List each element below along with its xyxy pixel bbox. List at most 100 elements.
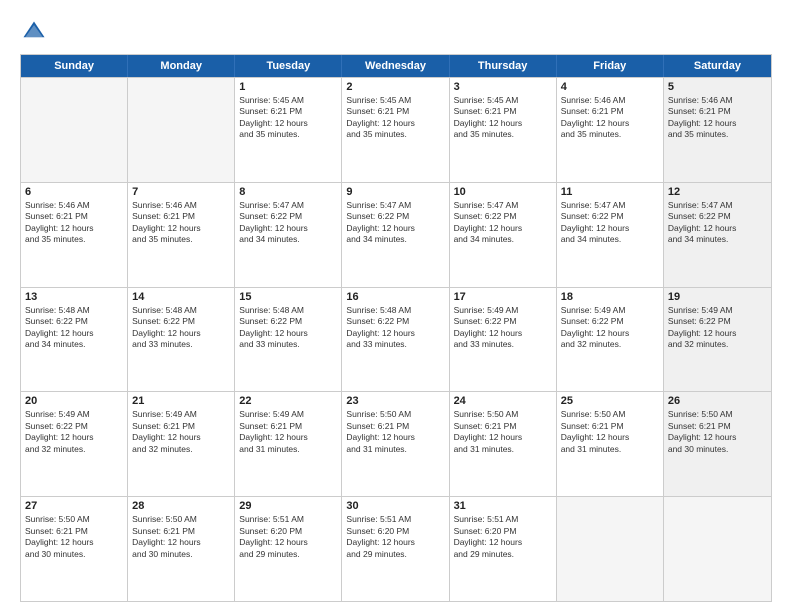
calendar-cell: 20 Sunrise: 5:49 AM Sunset: 6:22 PM Dayli… [21, 392, 128, 496]
day-number: 4 [561, 81, 659, 93]
weekday-header: Sunday [21, 55, 128, 77]
day-number: 18 [561, 291, 659, 303]
cell-text: Sunrise: 5:45 AM Sunset: 6:21 PM Dayligh… [346, 95, 444, 141]
day-number: 8 [239, 186, 337, 198]
calendar-cell: 31 Sunrise: 5:51 AM Sunset: 6:20 PM Dayli… [450, 497, 557, 601]
day-number: 19 [668, 291, 767, 303]
weekday-header: Tuesday [235, 55, 342, 77]
cell-text: Sunrise: 5:48 AM Sunset: 6:22 PM Dayligh… [25, 305, 123, 351]
cell-text: Sunrise: 5:50 AM Sunset: 6:21 PM Dayligh… [346, 409, 444, 455]
weekday-header: Monday [128, 55, 235, 77]
calendar-cell: 6 Sunrise: 5:46 AM Sunset: 6:21 PM Daylig… [21, 183, 128, 287]
day-number: 9 [346, 186, 444, 198]
calendar-cell: 24Sunrise: 5:50 AM Sunset: 6:21 PM Dayli… [450, 392, 557, 496]
day-number: 23 [346, 395, 444, 407]
cell-text: Sunrise: 5:47 AM Sunset: 6:22 PM Dayligh… [454, 200, 552, 246]
calendar-row: 13Sunrise: 5:48 AM Sunset: 6:22 PM Dayli… [21, 287, 771, 392]
day-number: 16 [346, 291, 444, 303]
page: SundayMondayTuesdayWednesdayThursdayFrid… [0, 0, 792, 612]
calendar-cell: 9 Sunrise: 5:47 AM Sunset: 6:22 PM Daylig… [342, 183, 449, 287]
calendar-row: 20 Sunrise: 5:49 AM Sunset: 6:22 PM Dayli… [21, 391, 771, 496]
calendar-cell: 14Sunrise: 5:48 AM Sunset: 6:22 PM Dayli… [128, 288, 235, 392]
day-number: 25 [561, 395, 659, 407]
weekday-header: Saturday [664, 55, 771, 77]
cell-text: Sunrise: 5:51 AM Sunset: 6:20 PM Dayligh… [454, 514, 552, 560]
day-number: 12 [668, 186, 767, 198]
calendar-row: 27 Sunrise: 5:50 AM Sunset: 6:21 PM Dayli… [21, 496, 771, 601]
logo-icon [20, 18, 48, 46]
day-number: 29 [239, 500, 337, 512]
day-number: 1 [239, 81, 337, 93]
calendar-header: SundayMondayTuesdayWednesdayThursdayFrid… [21, 55, 771, 77]
cell-text: Sunrise: 5:50 AM Sunset: 6:21 PM Dayligh… [668, 409, 767, 455]
calendar-row: 1 Sunrise: 5:45 AM Sunset: 6:21 PM Daylig… [21, 77, 771, 182]
day-number: 26 [668, 395, 767, 407]
calendar-cell: 18 Sunrise: 5:49 AM Sunset: 6:22 PM Dayli… [557, 288, 664, 392]
logo [20, 18, 52, 46]
day-number: 6 [25, 186, 123, 198]
day-number: 28 [132, 500, 230, 512]
calendar-cell [21, 78, 128, 182]
day-number: 27 [25, 500, 123, 512]
calendar-cell: 10 Sunrise: 5:47 AM Sunset: 6:22 PM Dayli… [450, 183, 557, 287]
cell-text: Sunrise: 5:49 AM Sunset: 6:22 PM Dayligh… [25, 409, 123, 455]
day-number: 7 [132, 186, 230, 198]
calendar-cell: 30 Sunrise: 5:51 AM Sunset: 6:20 PM Dayli… [342, 497, 449, 601]
cell-text: Sunrise: 5:45 AM Sunset: 6:21 PM Dayligh… [239, 95, 337, 141]
header [20, 18, 772, 46]
calendar-cell: 11 Sunrise: 5:47 AM Sunset: 6:22 PM Dayli… [557, 183, 664, 287]
calendar: SundayMondayTuesdayWednesdayThursdayFrid… [20, 54, 772, 602]
day-number: 11 [561, 186, 659, 198]
weekday-header: Friday [557, 55, 664, 77]
calendar-cell: 16 Sunrise: 5:48 AM Sunset: 6:22 PM Dayli… [342, 288, 449, 392]
calendar-cell: 8 Sunrise: 5:47 AM Sunset: 6:22 PM Daylig… [235, 183, 342, 287]
calendar-cell: 5 Sunrise: 5:46 AM Sunset: 6:21 PM Daylig… [664, 78, 771, 182]
weekday-header: Wednesday [342, 55, 449, 77]
weekday-header: Thursday [450, 55, 557, 77]
calendar-cell: 3Sunrise: 5:45 AM Sunset: 6:21 PM Daylig… [450, 78, 557, 182]
day-number: 10 [454, 186, 552, 198]
cell-text: Sunrise: 5:47 AM Sunset: 6:22 PM Dayligh… [668, 200, 767, 246]
calendar-cell: 2Sunrise: 5:45 AM Sunset: 6:21 PM Daylig… [342, 78, 449, 182]
calendar-cell: 1 Sunrise: 5:45 AM Sunset: 6:21 PM Daylig… [235, 78, 342, 182]
calendar-cell: 26 Sunrise: 5:50 AM Sunset: 6:21 PM Dayli… [664, 392, 771, 496]
cell-text: Sunrise: 5:51 AM Sunset: 6:20 PM Dayligh… [346, 514, 444, 560]
cell-text: Sunrise: 5:51 AM Sunset: 6:20 PM Dayligh… [239, 514, 337, 560]
calendar-cell: 21 Sunrise: 5:49 AM Sunset: 6:21 PM Dayli… [128, 392, 235, 496]
day-number: 21 [132, 395, 230, 407]
day-number: 22 [239, 395, 337, 407]
cell-text: Sunrise: 5:47 AM Sunset: 6:22 PM Dayligh… [346, 200, 444, 246]
day-number: 31 [454, 500, 552, 512]
calendar-cell: 29 Sunrise: 5:51 AM Sunset: 6:20 PM Dayli… [235, 497, 342, 601]
calendar-cell: 13Sunrise: 5:48 AM Sunset: 6:22 PM Dayli… [21, 288, 128, 392]
cell-text: Sunrise: 5:49 AM Sunset: 6:22 PM Dayligh… [668, 305, 767, 351]
calendar-row: 6 Sunrise: 5:46 AM Sunset: 6:21 PM Daylig… [21, 182, 771, 287]
day-number: 30 [346, 500, 444, 512]
calendar-cell: 7Sunrise: 5:46 AM Sunset: 6:21 PM Daylig… [128, 183, 235, 287]
calendar-cell: 27 Sunrise: 5:50 AM Sunset: 6:21 PM Dayli… [21, 497, 128, 601]
calendar-cell: 28 Sunrise: 5:50 AM Sunset: 6:21 PM Dayli… [128, 497, 235, 601]
cell-text: Sunrise: 5:50 AM Sunset: 6:21 PM Dayligh… [132, 514, 230, 560]
cell-text: Sunrise: 5:50 AM Sunset: 6:21 PM Dayligh… [25, 514, 123, 560]
calendar-cell: 4Sunrise: 5:46 AM Sunset: 6:21 PM Daylig… [557, 78, 664, 182]
cell-text: Sunrise: 5:49 AM Sunset: 6:21 PM Dayligh… [239, 409, 337, 455]
cell-text: Sunrise: 5:47 AM Sunset: 6:22 PM Dayligh… [561, 200, 659, 246]
cell-text: Sunrise: 5:46 AM Sunset: 6:21 PM Dayligh… [668, 95, 767, 141]
calendar-cell [128, 78, 235, 182]
day-number: 20 [25, 395, 123, 407]
cell-text: Sunrise: 5:50 AM Sunset: 6:21 PM Dayligh… [561, 409, 659, 455]
calendar-cell: 19 Sunrise: 5:49 AM Sunset: 6:22 PM Dayli… [664, 288, 771, 392]
cell-text: Sunrise: 5:47 AM Sunset: 6:22 PM Dayligh… [239, 200, 337, 246]
cell-text: Sunrise: 5:46 AM Sunset: 6:21 PM Dayligh… [25, 200, 123, 246]
day-number: 3 [454, 81, 552, 93]
cell-text: Sunrise: 5:48 AM Sunset: 6:22 PM Dayligh… [346, 305, 444, 351]
cell-text: Sunrise: 5:49 AM Sunset: 6:22 PM Dayligh… [454, 305, 552, 351]
cell-text: Sunrise: 5:50 AM Sunset: 6:21 PM Dayligh… [454, 409, 552, 455]
calendar-cell: 12 Sunrise: 5:47 AM Sunset: 6:22 PM Dayli… [664, 183, 771, 287]
day-number: 15 [239, 291, 337, 303]
calendar-body: 1 Sunrise: 5:45 AM Sunset: 6:21 PM Daylig… [21, 77, 771, 601]
day-number: 5 [668, 81, 767, 93]
cell-text: Sunrise: 5:49 AM Sunset: 6:22 PM Dayligh… [561, 305, 659, 351]
cell-text: Sunrise: 5:49 AM Sunset: 6:21 PM Dayligh… [132, 409, 230, 455]
calendar-cell: 25 Sunrise: 5:50 AM Sunset: 6:21 PM Dayli… [557, 392, 664, 496]
